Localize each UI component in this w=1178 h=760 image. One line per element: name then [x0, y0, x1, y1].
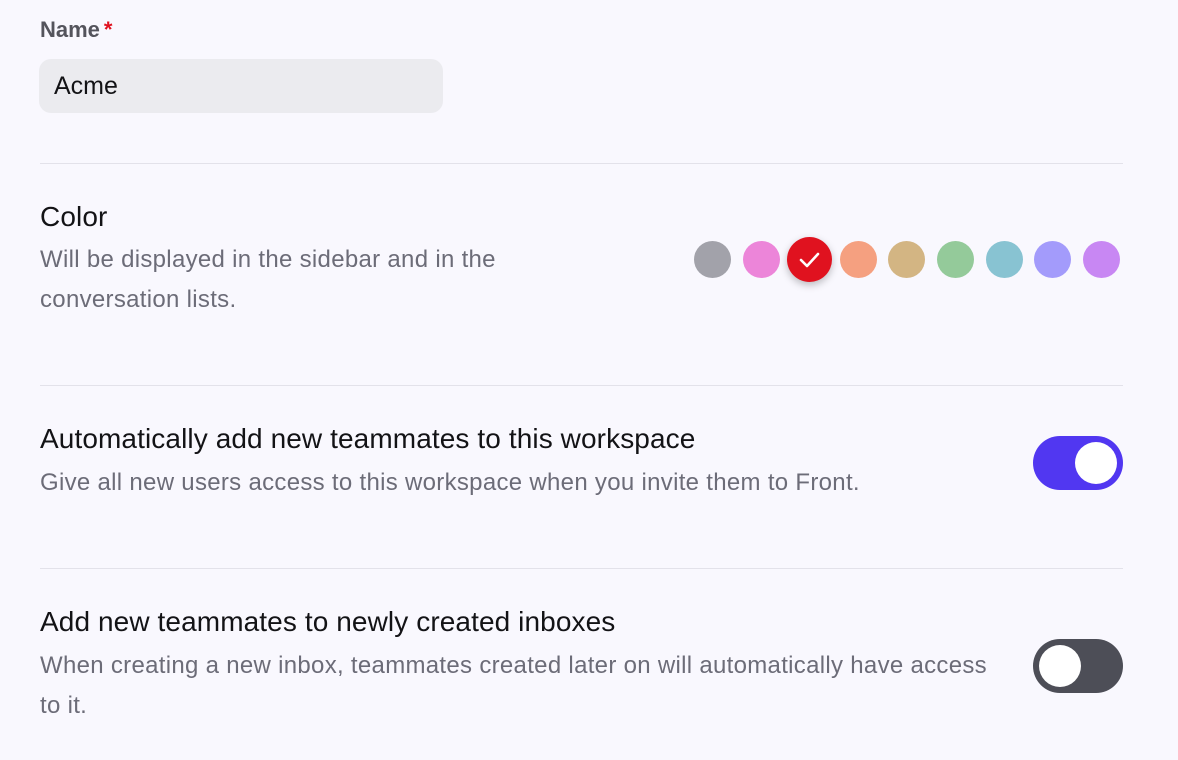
color-swatch[interactable]: [888, 241, 926, 278]
name-label-text: Name: [40, 17, 100, 42]
name-field-label: Name *: [40, 16, 112, 44]
inbox-section-description: When creating a new inbox, teammates cre…: [40, 652, 987, 719]
divider: [40, 163, 1123, 164]
name-input[interactable]: [39, 59, 443, 113]
required-marker: *: [103, 17, 113, 42]
color-swatch[interactable]: [839, 241, 877, 278]
color-section-description: Will be displayed in the sidebar and in …: [40, 246, 496, 313]
add-to-new-inboxes-toggle[interactable]: [1033, 639, 1123, 693]
color-swatch[interactable]: [742, 241, 780, 278]
auto-add-teammates-toggle[interactable]: [1033, 436, 1123, 490]
toggle-knob: [1075, 442, 1117, 484]
auto-add-section-title: Automatically add new teammates to this …: [40, 423, 696, 454]
inbox-section-title: Add new teammates to newly created inbox…: [40, 606, 616, 637]
workspace-settings-form: Name* Color Will be displayed in the sid…: [0, 0, 1178, 760]
color-section-title: Color: [40, 201, 108, 232]
color-swatch[interactable]: [936, 241, 974, 278]
color-swatch[interactable]: [1034, 241, 1072, 278]
color-swatch[interactable]: [985, 241, 1023, 278]
divider: [40, 385, 1123, 386]
color-swatch-picker: [694, 237, 1120, 282]
toggle-knob: [1039, 645, 1081, 687]
color-swatch[interactable]: [694, 241, 731, 278]
color-swatch[interactable]: [1082, 241, 1120, 278]
auto-add-section-description: Give all new users access to this worksp…: [40, 469, 860, 496]
color-swatch[interactable]: [787, 237, 833, 282]
check-icon: [799, 252, 820, 268]
divider: [40, 568, 1123, 569]
